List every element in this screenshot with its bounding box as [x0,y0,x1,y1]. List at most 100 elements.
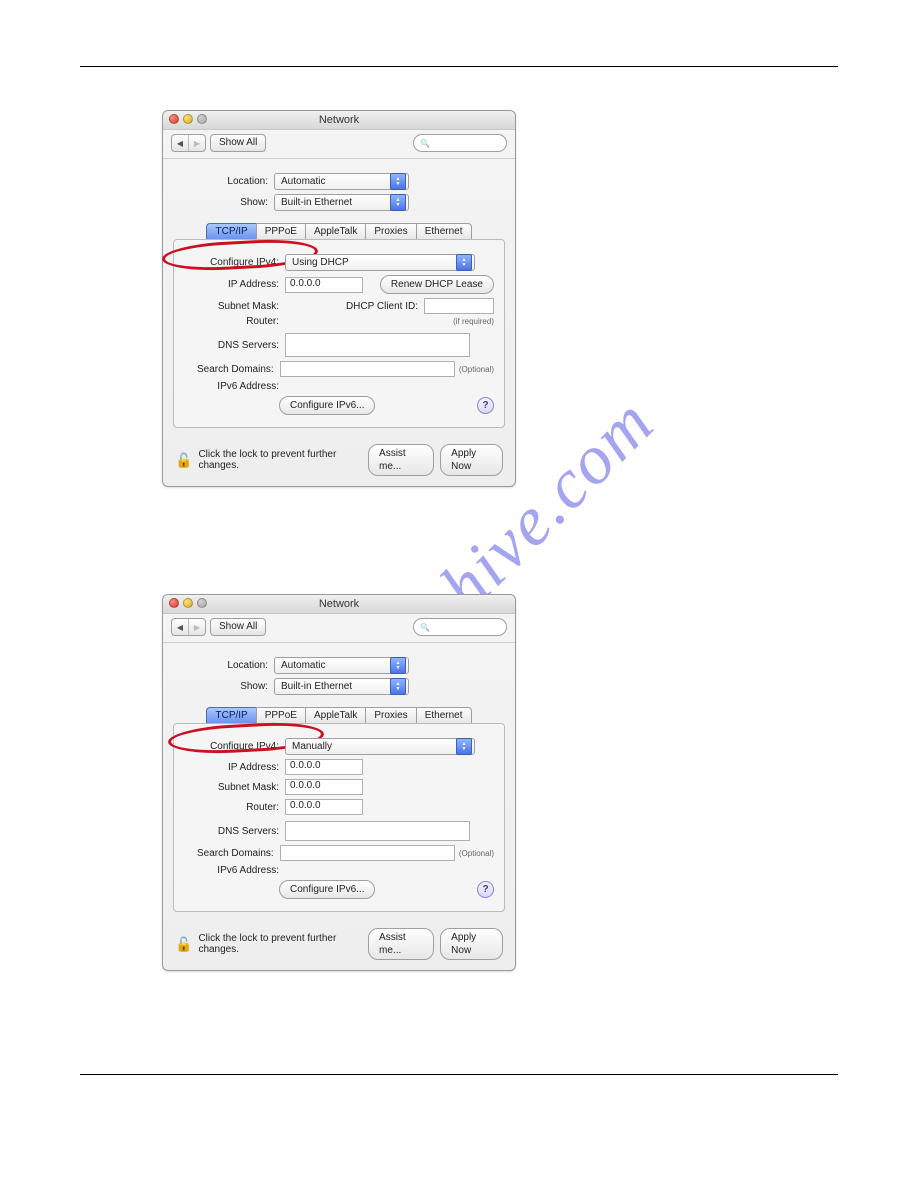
ipv6-address-label: IPv6 Address: [184,865,285,876]
close-icon[interactable] [169,114,179,124]
tabs: TCP/IP PPPoE AppleTalk Proxies Ethernet [173,707,505,723]
search-domains-field[interactable] [280,361,455,377]
location-value: Automatic [281,176,325,187]
close-icon[interactable] [169,598,179,608]
configure-ipv4-label: Configure IPv4: [184,257,285,268]
chevron-up-down-icon [390,173,406,190]
search-domains-hint: (Optional) [459,849,494,858]
dhcp-client-id-field[interactable] [424,298,494,314]
router-field[interactable]: 0.0.0.0 [285,799,363,815]
nav-back-forward[interactable] [171,618,206,636]
configure-ipv6-button[interactable]: Configure IPv6... [279,880,375,899]
tab-ethernet[interactable]: Ethernet [416,707,472,723]
titlebar: Network [163,111,515,130]
configure-ipv4-label: Configure IPv4: [184,741,285,752]
help-icon[interactable]: ? [477,397,494,414]
show-select[interactable]: Built-in Ethernet [274,194,409,211]
dns-servers-label: DNS Servers: [184,826,285,837]
location-label: Location: [173,660,274,671]
configure-ipv4-select[interactable]: Manually [285,738,475,755]
nav-back-forward[interactable] [171,134,206,152]
lock-text: Click the lock to prevent further change… [198,933,362,955]
ip-address-field[interactable]: 0.0.0.0 [285,277,363,293]
search-input[interactable] [413,618,507,636]
dns-servers-label: DNS Servers: [184,340,285,351]
dns-servers-field[interactable] [285,333,470,357]
tab-proxies[interactable]: Proxies [365,223,416,239]
search-domains-label: Search Domains: [184,848,280,859]
router-label: Router: [184,316,285,327]
router-label: Router: [184,802,285,813]
assist-me-button[interactable]: Assist me... [368,444,434,476]
chevron-up-down-icon [390,194,406,211]
assist-me-button[interactable]: Assist me... [368,928,434,960]
show-label: Show: [173,681,274,692]
chevron-up-down-icon [456,254,472,271]
show-select[interactable]: Built-in Ethernet [274,678,409,695]
top-rule [80,66,838,67]
apply-now-button[interactable]: Apply Now [440,928,503,960]
show-all-button[interactable]: Show All [210,134,266,152]
forward-icon[interactable] [188,619,205,635]
network-pref-window-1: Network Show All Location: Automatic Sho… [162,110,516,487]
tab-pppoe[interactable]: PPPoE [256,223,306,239]
back-icon[interactable] [172,135,188,151]
zoom-icon[interactable] [197,114,207,124]
lock-icon[interactable] [175,936,192,953]
bottom-rule [80,1074,838,1075]
subnet-mask-label: Subnet Mask: [184,301,285,312]
tab-appletalk[interactable]: AppleTalk [305,223,366,239]
lock-icon[interactable] [175,452,192,469]
ip-address-label: IP Address: [184,762,285,773]
tcpip-panel: Configure IPv4: Manually IP Address: 0.0… [173,723,505,912]
ipv6-address-label: IPv6 Address: [184,381,285,392]
configure-ipv4-select[interactable]: Using DHCP [285,254,475,271]
dhcp-client-id-label: DHCP Client ID: [346,301,424,312]
tabs: TCP/IP PPPoE AppleTalk Proxies Ethernet [173,223,505,239]
network-pref-window-2: Network Show All Location: Automatic Sho… [162,594,516,971]
tab-proxies[interactable]: Proxies [365,707,416,723]
location-select[interactable]: Automatic [274,173,409,190]
titlebar: Network [163,595,515,614]
window-title: Network [319,598,359,610]
zoom-icon[interactable] [197,598,207,608]
chevron-up-down-icon [456,738,472,755]
chevron-up-down-icon [390,657,406,674]
configure-ipv6-button[interactable]: Configure IPv6... [279,396,375,415]
show-value: Built-in Ethernet [281,197,352,208]
renew-dhcp-button[interactable]: Renew DHCP Lease [380,275,494,294]
search-domains-label: Search Domains: [184,364,280,375]
search-domains-hint: (Optional) [459,365,494,374]
search-input[interactable] [413,134,507,152]
tab-appletalk[interactable]: AppleTalk [305,707,366,723]
dhcp-client-id-hint: (if required) [453,317,494,326]
tab-ethernet[interactable]: Ethernet [416,223,472,239]
subnet-mask-label: Subnet Mask: [184,782,285,793]
minimize-icon[interactable] [183,598,193,608]
location-label: Location: [173,176,274,187]
back-icon[interactable] [172,619,188,635]
dns-servers-field[interactable] [285,821,470,841]
ip-address-label: IP Address: [184,279,285,290]
ip-address-field[interactable]: 0.0.0.0 [285,759,363,775]
location-value: Automatic [281,660,325,671]
lock-text: Click the lock to prevent further change… [198,449,362,471]
forward-icon[interactable] [188,135,205,151]
window-title: Network [319,114,359,126]
location-select[interactable]: Automatic [274,657,409,674]
tab-tcpip[interactable]: TCP/IP [206,223,256,239]
tab-pppoe[interactable]: PPPoE [256,707,306,723]
show-all-button[interactable]: Show All [210,618,266,636]
help-icon[interactable]: ? [477,881,494,898]
search-domains-field[interactable] [280,845,455,861]
subnet-mask-field[interactable]: 0.0.0.0 [285,779,363,795]
tab-tcpip[interactable]: TCP/IP [206,707,256,723]
configure-ipv4-value: Using DHCP [292,257,349,268]
show-label: Show: [173,197,274,208]
configure-ipv4-value: Manually [292,741,332,752]
tcpip-panel: Configure IPv4: Using DHCP IP Address: 0… [173,239,505,428]
chevron-up-down-icon [390,678,406,695]
apply-now-button[interactable]: Apply Now [440,444,503,476]
minimize-icon[interactable] [183,114,193,124]
show-value: Built-in Ethernet [281,681,352,692]
